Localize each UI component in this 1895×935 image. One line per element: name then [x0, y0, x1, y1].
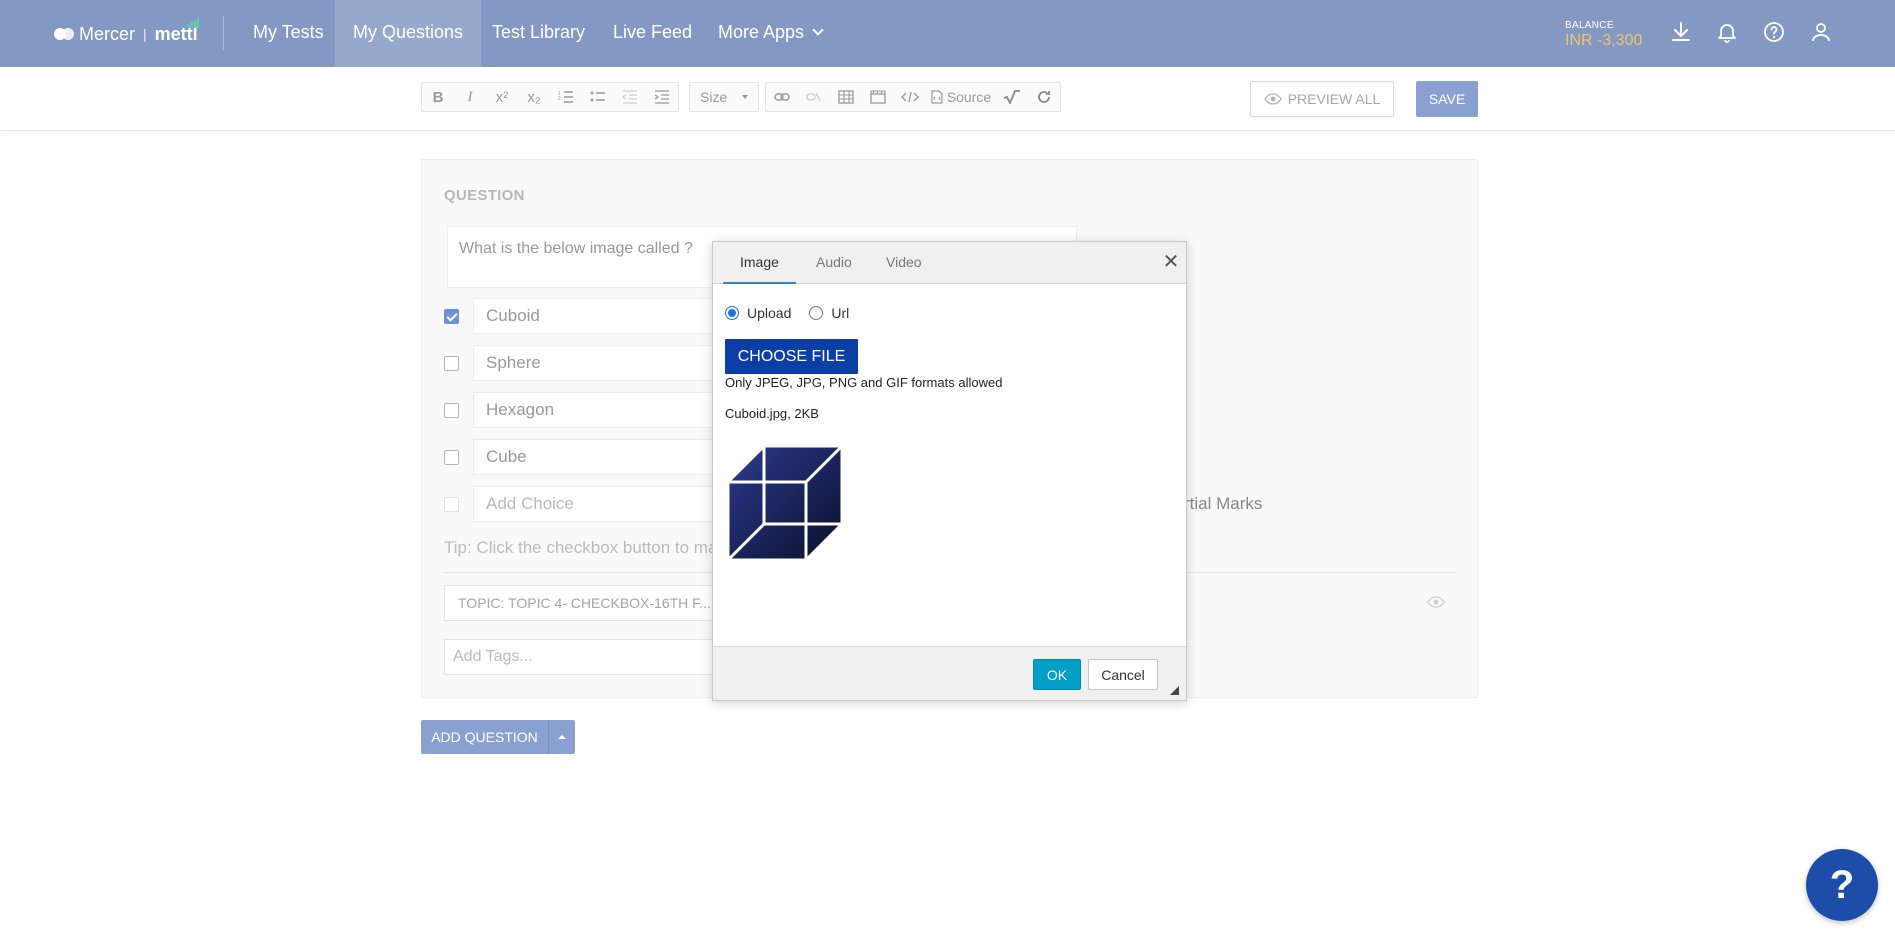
preview-all-button[interactable]: PREVIEW ALL	[1250, 81, 1394, 117]
add-question-button[interactable]: ADD QUESTION	[421, 720, 549, 754]
eye-icon	[1263, 93, 1282, 105]
balance-label: BALANCE	[1565, 20, 1614, 31]
source-file-icon	[931, 90, 943, 104]
top-navbar: Mercer | mettl My Tests My Questions Tes…	[0, 0, 1895, 67]
tip-text: Tip: Click the checkbox button to ma	[444, 538, 718, 557]
media-button[interactable]	[862, 83, 894, 111]
nav-divider	[223, 16, 224, 50]
format-button-group: B I x² x₂ 12	[421, 82, 679, 112]
nav-more-apps-label: More Apps	[718, 22, 805, 42]
tab-audio[interactable]: Audio	[799, 242, 869, 284]
help-chat-button[interactable]: ?	[1806, 849, 1878, 921]
allowed-formats-note: Only JPEG, JPG, PNG and GIF formats allo…	[725, 375, 1003, 390]
superscript-button[interactable]: x²	[486, 83, 518, 111]
close-icon[interactable]: ✕	[1161, 252, 1181, 272]
url-radio-label[interactable]: Url	[831, 305, 849, 321]
bullet-list-icon	[590, 91, 605, 102]
user-icon[interactable]	[1809, 20, 1833, 44]
font-size-dropdown[interactable]: Size	[690, 89, 758, 105]
tab-image[interactable]: Image	[723, 242, 796, 284]
indent-button[interactable]	[646, 83, 678, 111]
tab-video[interactable]: Video	[869, 242, 939, 284]
font-size-label: Size	[700, 89, 728, 105]
unlink-icon	[806, 92, 821, 102]
help-circle-icon[interactable]	[1762, 20, 1786, 44]
svg-text:2: 2	[558, 96, 561, 102]
insert-button-group: Source	[765, 82, 1061, 112]
choice-checkbox[interactable]	[444, 402, 459, 418]
media-dialog: Image Audio Video ✕ Upload Url CHOOSE FI…	[712, 241, 1187, 701]
add-question-split-button: ADD QUESTION	[421, 720, 575, 754]
selected-file-info: Cuboid.jpg, 2KB	[725, 406, 819, 421]
save-button[interactable]: SAVE	[1416, 81, 1478, 117]
editor-toolbar: B I x² x₂ 12 Size Source PREVIEW ALL SAV…	[0, 67, 1895, 131]
source-radio-group: Upload Url	[725, 305, 849, 321]
italic-button[interactable]: I	[454, 83, 486, 111]
balance-display: BALANCE INR -3,300	[1565, 20, 1642, 50]
nav-live-feed[interactable]: Live Feed	[595, 0, 710, 67]
refresh-icon	[1038, 91, 1050, 103]
cuboid-image-preview	[726, 444, 844, 562]
source-button[interactable]: Source	[926, 83, 996, 111]
dropdown-arrow-icon	[742, 95, 748, 99]
nav-test-library[interactable]: Test Library	[474, 0, 603, 67]
dialog-header: Image Audio Video ✕	[713, 242, 1186, 284]
cancel-button[interactable]: Cancel	[1088, 659, 1158, 690]
url-radio[interactable]	[809, 306, 824, 320]
ok-button[interactable]: OK	[1033, 659, 1081, 690]
table-icon	[838, 90, 854, 104]
preview-all-label: PREVIEW ALL	[1287, 91, 1381, 107]
outdent-button[interactable]	[614, 83, 646, 111]
add-choice-checkbox	[444, 496, 459, 512]
brand-separator: |	[143, 26, 147, 42]
bold-button[interactable]: B	[422, 83, 454, 111]
choice-checkbox[interactable]	[444, 355, 459, 371]
nav-more-apps[interactable]: More Apps	[700, 0, 840, 67]
link-icon	[774, 93, 790, 101]
code-button[interactable]	[894, 83, 926, 111]
numbered-list-button[interactable]: 12	[550, 83, 582, 111]
link-button[interactable]	[766, 83, 798, 111]
size-dropdown-group: Size	[689, 82, 759, 112]
square-root-icon	[1003, 90, 1020, 104]
bullet-list-button[interactable]	[582, 83, 614, 111]
indent-icon	[654, 90, 669, 104]
upload-radio-label[interactable]: Upload	[747, 305, 791, 321]
download-icon[interactable]	[1669, 20, 1693, 44]
upload-radio[interactable]	[725, 306, 739, 320]
question-section-label: QUESTION	[444, 187, 525, 204]
numbered-list-icon: 12	[558, 91, 573, 103]
choose-file-button[interactable]: CHOOSE FILE	[725, 339, 858, 374]
unlink-button[interactable]	[798, 83, 830, 111]
partial-marks-label[interactable]: rtial Marks	[1184, 494, 1262, 514]
dialog-footer: OK Cancel	[713, 646, 1186, 700]
caret-up-icon	[558, 735, 566, 739]
chevron-down-icon	[812, 24, 824, 36]
redo-button[interactable]	[1028, 83, 1060, 111]
code-icon	[901, 91, 919, 103]
source-label: Source	[946, 89, 992, 105]
resize-handle-icon[interactable]	[1170, 686, 1179, 695]
eye-icon[interactable]	[1427, 593, 1445, 611]
nav-my-tests[interactable]: My Tests	[235, 0, 342, 67]
mercer-mettl-logo[interactable]: Mercer | mettl	[53, 17, 199, 46]
bell-icon[interactable]	[1715, 20, 1739, 44]
math-button[interactable]	[996, 83, 1028, 111]
mettl-bars-icon	[187, 17, 199, 28]
outdent-icon	[622, 90, 637, 104]
brand-mercer: Mercer	[79, 23, 136, 44]
table-button[interactable]	[830, 83, 862, 111]
brand-mettl: mettl	[155, 17, 199, 45]
subscript-button[interactable]: x₂	[518, 83, 550, 111]
mercer-logo-icon	[54, 28, 74, 40]
balance-value: INR -3,300	[1565, 32, 1643, 49]
nav-my-questions[interactable]: My Questions	[335, 0, 482, 67]
choice-checkbox[interactable]	[444, 449, 459, 465]
add-question-dropdown-toggle[interactable]	[549, 720, 575, 754]
choice-checkbox[interactable]	[444, 308, 459, 324]
clapperboard-icon	[870, 90, 886, 104]
